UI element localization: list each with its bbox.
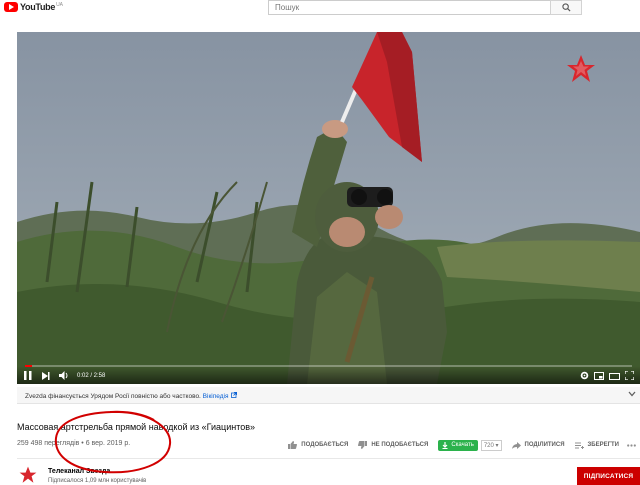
save-label: ЗБЕРЕГТИ bbox=[587, 442, 619, 448]
miniplayer-icon bbox=[594, 371, 604, 380]
fullscreen-button[interactable] bbox=[624, 367, 635, 385]
next-button[interactable] bbox=[39, 369, 53, 382]
search-button[interactable] bbox=[550, 0, 582, 15]
fullscreen-icon bbox=[624, 369, 635, 381]
search-icon bbox=[561, 3, 571, 12]
share-label: ПОДІЛИТИСЯ bbox=[524, 442, 565, 448]
pause-icon bbox=[24, 371, 32, 380]
thumbs-down-icon bbox=[358, 441, 368, 449]
dislike-label: НЕ ПОДОБАЄТЬСЯ bbox=[371, 442, 429, 448]
settings-button[interactable] bbox=[580, 367, 589, 385]
share-icon bbox=[511, 441, 521, 449]
subscriber-count: Підписалося 1,09 млн користувачів bbox=[48, 478, 147, 484]
next-icon bbox=[42, 371, 50, 380]
volume-icon bbox=[59, 371, 68, 380]
funding-text: Zvezda фінансується Урядом Росії повніст… bbox=[25, 393, 203, 400]
funding-info-bar: Zvezda фінансується Урядом Росії повніст… bbox=[17, 387, 640, 404]
external-link-icon bbox=[231, 391, 238, 398]
download-button[interactable]: Скачать bbox=[438, 439, 478, 451]
star-icon bbox=[19, 466, 37, 483]
logo-region: UA bbox=[56, 1, 64, 8]
youtube-logo[interactable]: YouTube UA bbox=[4, 2, 63, 12]
wikipedia-link[interactable]: Вікіпедія bbox=[203, 393, 229, 400]
thumbs-up-icon bbox=[288, 441, 298, 449]
download-icon bbox=[442, 441, 448, 449]
time-display: 0:02 / 2:58 bbox=[77, 372, 106, 379]
theater-button[interactable] bbox=[609, 367, 620, 385]
annotation-circle bbox=[54, 410, 172, 474]
video-player[interactable]: 0:02 / 2:58 bbox=[17, 32, 640, 384]
miniplayer-button[interactable] bbox=[594, 367, 604, 385]
quality-select[interactable]: 720 ▾ bbox=[480, 439, 502, 451]
youtube-play-icon bbox=[4, 2, 18, 12]
progress-bar[interactable] bbox=[25, 365, 632, 367]
playlist-add-icon bbox=[574, 442, 584, 449]
download-label: Скачать bbox=[451, 442, 474, 448]
volume-button[interactable] bbox=[57, 369, 71, 382]
player-controls: 0:02 / 2:58 bbox=[17, 365, 640, 385]
progress-fill bbox=[25, 365, 32, 367]
more-horizontal-icon bbox=[627, 443, 636, 447]
pause-button[interactable] bbox=[21, 369, 35, 382]
share-button[interactable]: ПОДІЛИТИСЯ bbox=[511, 441, 565, 449]
top-bar: YouTube UA bbox=[0, 0, 640, 18]
star-icon bbox=[567, 55, 595, 82]
dislike-button[interactable]: НЕ ПОДОБАЄТЬСЯ bbox=[358, 441, 428, 449]
gear-icon bbox=[580, 371, 589, 379]
save-button[interactable]: ЗБЕРЕГТИ bbox=[574, 442, 619, 449]
logo-text: YouTube bbox=[20, 2, 56, 12]
like-label: ПОДОБАЄТЬСЯ bbox=[301, 442, 349, 448]
like-button[interactable]: ПОДОБАЄТЬСЯ bbox=[288, 441, 348, 449]
subscribe-button[interactable]: ПІДПИСАТИСЯ bbox=[577, 467, 640, 485]
channel-watermark bbox=[566, 54, 596, 89]
video-frame bbox=[17, 32, 640, 384]
video-actions: ПОДОБАЄТЬСЯ НЕ ПОДОБАЄТЬСЯ Скачать 720 ▾… bbox=[278, 438, 640, 452]
chevron-down-icon bbox=[628, 391, 636, 397]
info-bar-close-button[interactable] bbox=[628, 390, 636, 399]
search-input[interactable] bbox=[268, 0, 550, 15]
quality-value: 720 bbox=[483, 442, 494, 449]
more-actions-button[interactable] bbox=[627, 443, 640, 447]
theater-icon bbox=[609, 372, 620, 380]
channel-avatar[interactable] bbox=[17, 465, 39, 485]
